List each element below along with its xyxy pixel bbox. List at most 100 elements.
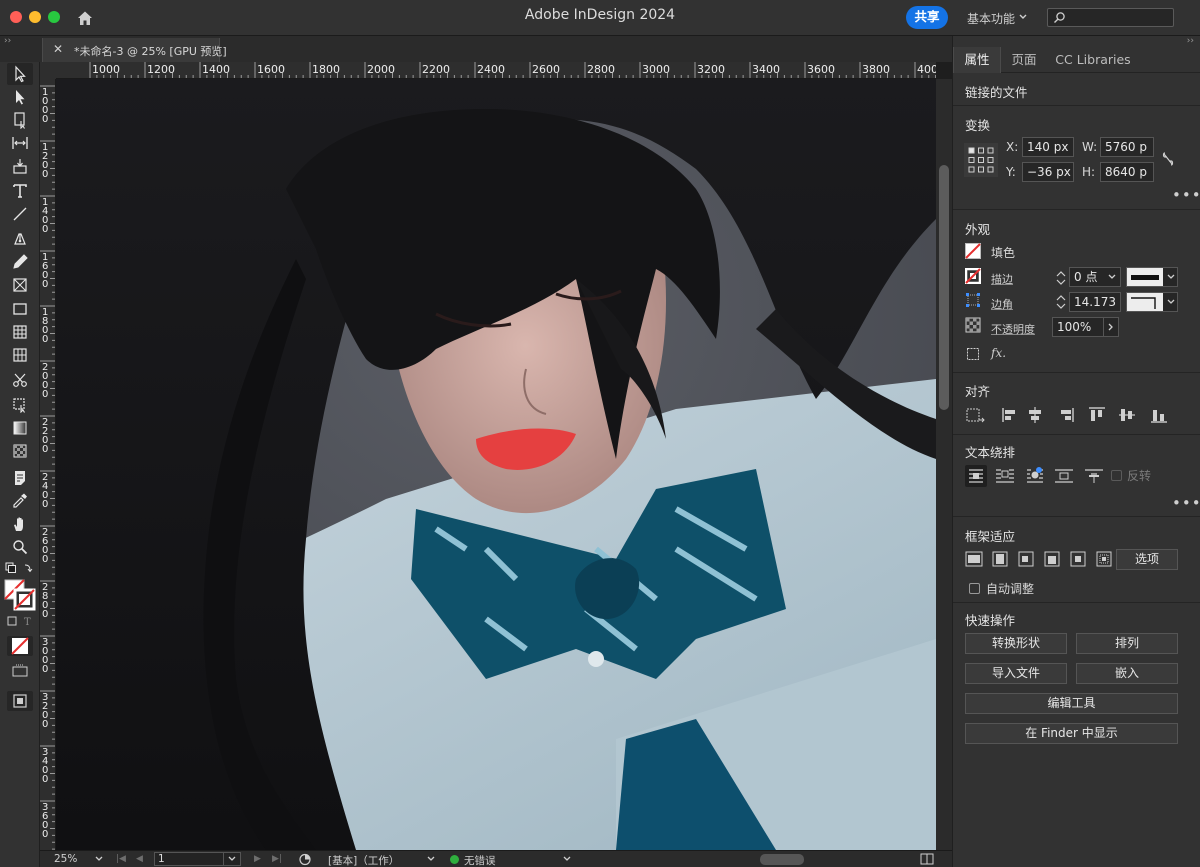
zoom-tool[interactable] (7, 536, 33, 558)
share-button[interactable]: 共享 (906, 6, 948, 29)
document-canvas[interactable] (56, 79, 936, 850)
fill-stroke-swatch-icon[interactable] (4, 579, 36, 611)
constrain-proportions-icon[interactable] (1161, 151, 1175, 167)
rectangle-tool[interactable] (7, 298, 33, 320)
embed-button[interactable]: 嵌入 (1076, 663, 1178, 684)
corner-options-icon[interactable] (965, 292, 981, 308)
invert-checkbox[interactable] (1111, 470, 1122, 481)
window-close-button[interactable] (10, 11, 22, 23)
workspace-switcher[interactable]: 基本功能 (967, 10, 1015, 27)
placed-image[interactable] (56, 79, 936, 850)
opacity-slider-button[interactable] (1103, 317, 1119, 337)
default-fill-stroke-icon[interactable] (5, 562, 35, 576)
fill-label[interactable]: 填色 (991, 244, 1015, 261)
chevron-down-icon[interactable] (1018, 10, 1028, 24)
vertical-scrollbar[interactable] (936, 79, 952, 850)
document-tab[interactable]: ✕ *未命名-3 @ 25% [GPU 预览] (42, 38, 227, 62)
fitting-options-button[interactable]: 选项 (1116, 549, 1178, 570)
gap-tool[interactable] (7, 132, 33, 154)
ruler-origin[interactable] (40, 62, 56, 79)
table-tool[interactable] (7, 321, 33, 343)
gradient-feather-tool[interactable] (7, 440, 33, 462)
preflight-profile[interactable]: [基本]（工作） (328, 853, 399, 867)
opacity-field[interactable]: 100% (1052, 317, 1104, 337)
free-transform-tool[interactable] (7, 393, 33, 415)
corner-label[interactable]: 边角 (991, 296, 1013, 312)
preview-mode-icon[interactable] (6, 690, 34, 712)
previous-page-icon[interactable]: ◀ (136, 854, 143, 864)
pencil-tool[interactable] (7, 251, 33, 273)
cycle-icon[interactable] (298, 853, 314, 866)
content-collector-tool[interactable] (7, 155, 33, 177)
y-position-field[interactable]: −36 px (1022, 162, 1074, 182)
tab-pages[interactable]: 页面 (1001, 47, 1047, 73)
tab-properties[interactable]: 属性 (953, 47, 1001, 73)
stroke-type-dropdown[interactable] (1126, 267, 1178, 287)
window-maximize-button[interactable] (48, 11, 60, 23)
corner-size-field[interactable]: 14.173 (1069, 292, 1121, 312)
chevron-down-icon[interactable] (562, 854, 572, 864)
home-icon[interactable] (76, 9, 94, 27)
zoom-level[interactable]: 25% (54, 853, 77, 865)
corner-shape-dropdown[interactable] (1126, 292, 1178, 312)
effects-bounding-icon[interactable] (966, 347, 980, 361)
auto-fit-checkbox[interactable] (969, 583, 980, 594)
grid-tool[interactable] (7, 344, 33, 366)
pen-tool[interactable] (7, 228, 33, 250)
opacity-label[interactable]: 不透明度 (991, 321, 1035, 337)
stepper-icon[interactable] (1054, 268, 1068, 288)
vertical-ruler[interactable]: 1000 1200 1400 1600 1800 2000 2200 2400 2600 2800… (40, 79, 56, 850)
opacity-icon[interactable] (965, 317, 981, 333)
page-tool[interactable] (7, 109, 33, 131)
search-input[interactable] (1047, 8, 1174, 27)
stroke-label[interactable]: 描边 (991, 271, 1013, 287)
scissors-tool[interactable] (7, 369, 33, 391)
arrange-button[interactable]: 排列 (1076, 633, 1178, 654)
wrap-none-button[interactable] (965, 465, 987, 487)
horizontal-ruler[interactable]: 1000 1200 1400 1600 1800 2000 2200 2400 2600 2800… (56, 62, 936, 79)
edit-with-button[interactable]: 编辑工具 (965, 693, 1178, 714)
split-window-icon[interactable] (920, 853, 934, 865)
rectangle-frame-tool[interactable] (7, 274, 33, 296)
type-tool[interactable] (7, 180, 33, 202)
first-page-icon[interactable]: |◀ (116, 854, 126, 864)
page-dropdown[interactable] (223, 852, 241, 866)
linked-file-title[interactable]: 链接的文件 (965, 82, 1028, 101)
stepper-icon[interactable] (1054, 292, 1068, 312)
chevron-down-icon[interactable] (426, 854, 436, 864)
formatting-container-icon[interactable]: T (6, 615, 36, 627)
gradient-swatch-tool[interactable] (7, 417, 33, 439)
apply-none-icon[interactable] (6, 635, 34, 657)
height-field[interactable]: 8640 p (1100, 162, 1154, 182)
collapse-panels-icon[interactable]: ›› (1187, 36, 1194, 46)
chevron-down-icon[interactable] (94, 854, 104, 864)
next-page-icon[interactable]: ▶ (254, 854, 261, 864)
window-minimize-button[interactable] (29, 11, 41, 23)
note-tool[interactable] (7, 467, 33, 489)
vertical-scrollbar-thumb[interactable] (939, 165, 949, 410)
import-file-button[interactable]: 导入文件 (965, 663, 1067, 684)
last-page-icon[interactable]: ▶| (272, 854, 282, 864)
x-position-field[interactable]: 140 px (1022, 137, 1074, 157)
direct-selection-tool[interactable] (7, 86, 33, 108)
eyedropper-tool[interactable] (7, 490, 33, 512)
tab-cc-libraries[interactable]: CC Libraries (1047, 47, 1139, 73)
more-options-icon[interactable]: ••• (1172, 494, 1200, 512)
selection-tool[interactable] (7, 63, 33, 85)
horizontal-scrollbar-thumb[interactable] (760, 854, 804, 865)
stroke-none-icon[interactable] (965, 268, 981, 284)
fill-none-icon[interactable] (965, 243, 981, 259)
width-field[interactable]: 5760 p (1100, 137, 1154, 157)
close-icon[interactable]: ✕ (53, 42, 63, 56)
effects-fx-icon[interactable]: fx. (991, 346, 1006, 360)
screen-mode-icon[interactable] (11, 664, 29, 678)
hand-tool[interactable] (7, 513, 33, 535)
line-tool[interactable] (7, 203, 33, 225)
collapse-panels-icon[interactable]: ›› (4, 36, 11, 46)
reference-point-icon[interactable] (964, 143, 998, 177)
preflight-status[interactable]: 无错误 (464, 853, 496, 867)
more-options-icon[interactable]: ••• (1172, 186, 1200, 204)
reveal-in-finder-button[interactable]: 在 Finder 中显示 (965, 723, 1178, 744)
convert-shape-button[interactable]: 转换形状 (965, 633, 1067, 654)
chevron-down-icon[interactable] (1106, 272, 1118, 282)
